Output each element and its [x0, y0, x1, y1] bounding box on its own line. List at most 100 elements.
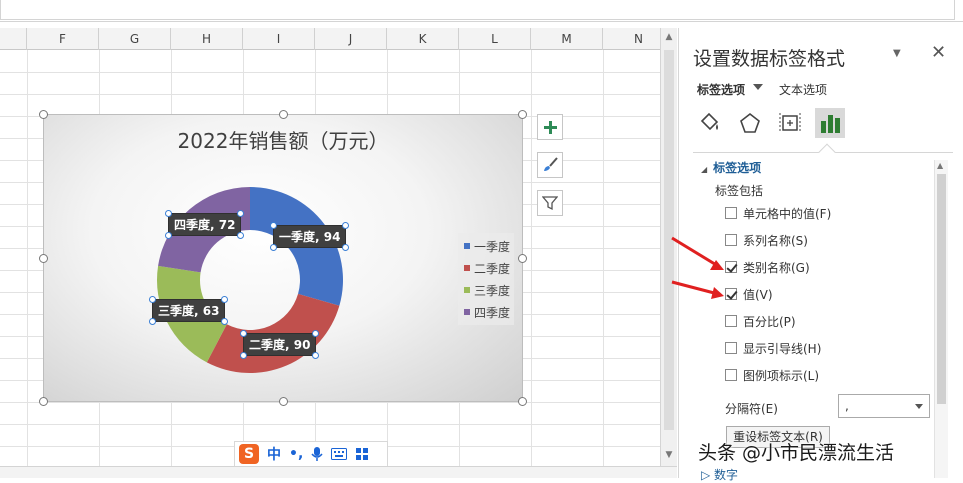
option-legend-key[interactable]: 图例项标示(L) — [725, 366, 819, 384]
separator-select[interactable]: , — [838, 394, 930, 418]
label-handle[interactable] — [149, 318, 156, 325]
plus-icon — [544, 121, 557, 134]
column-header-partial[interactable] — [0, 28, 27, 50]
checkbox[interactable] — [725, 234, 737, 246]
scroll-down-icon[interactable]: ▼ — [663, 448, 675, 462]
label-handle[interactable] — [270, 222, 277, 229]
column-header-g[interactable]: G — [99, 28, 171, 50]
chart-elements-button[interactable] — [537, 114, 563, 140]
ime-toolbar[interactable]: S 中 •, — [234, 441, 388, 467]
chevron-down-icon[interactable] — [915, 404, 923, 409]
option-percentage[interactable]: 百分比(P) — [725, 312, 796, 330]
data-label-text: 三季度, 63 — [158, 304, 220, 318]
scroll-thumb[interactable] — [937, 174, 946, 404]
option-category-name[interactable]: 类别名称(G) — [725, 258, 810, 276]
doughnut-plot — [157, 187, 343, 373]
chart-resize-handle[interactable] — [39, 397, 48, 406]
data-label-q4[interactable]: 四季度, 72 — [165, 210, 245, 239]
checkbox[interactable] — [725, 315, 737, 327]
data-label-q2[interactable]: 二季度, 90 — [240, 330, 320, 359]
label-handle[interactable] — [240, 330, 247, 337]
size-properties-button[interactable] — [775, 108, 805, 138]
column-header-j[interactable]: J — [315, 28, 387, 50]
option-cell-value[interactable]: 单元格中的值(F) — [725, 204, 831, 222]
option-label: 系列名称(S) — [743, 233, 808, 248]
column-header-h[interactable]: H — [171, 28, 243, 50]
vertical-scrollbar[interactable]: ▲ ▼ — [660, 28, 677, 466]
chevron-down-icon[interactable] — [753, 84, 763, 90]
scroll-up-icon[interactable]: ▲ — [663, 30, 675, 44]
scroll-thumb[interactable] — [664, 50, 674, 430]
checkbox[interactable] — [725, 369, 737, 381]
effects-button[interactable] — [735, 108, 765, 138]
column-header-f[interactable]: F — [27, 28, 99, 50]
chart-resize-handle[interactable] — [518, 254, 527, 263]
chart-resize-handle[interactable] — [279, 110, 288, 119]
legend-label: 四季度 — [474, 305, 511, 320]
close-icon[interactable]: ✕ — [931, 42, 946, 63]
gridline-v — [531, 50, 532, 466]
option-label: 显示引导线(H) — [743, 341, 822, 356]
column-header-i[interactable]: I — [243, 28, 315, 50]
data-label-text: 一季度, 94 — [279, 230, 341, 244]
chart-resize-handle[interactable] — [39, 254, 48, 263]
option-label: 图例项标示(L) — [743, 368, 820, 383]
tab-label-options[interactable]: 标签选项 — [697, 81, 745, 98]
ime-mode[interactable]: 中 — [267, 444, 281, 464]
checkbox[interactable] — [725, 342, 737, 354]
label-handle[interactable] — [165, 232, 172, 239]
column-header-l[interactable]: L — [459, 28, 531, 50]
label-handle[interactable] — [165, 210, 172, 217]
chart-resize-handle[interactable] — [518, 397, 527, 406]
label-options-button[interactable] — [815, 108, 845, 138]
option-value[interactable]: 值(V) — [725, 285, 773, 303]
checkbox-checked[interactable] — [725, 261, 737, 273]
sogou-logo-icon[interactable]: S — [239, 444, 259, 464]
bar-chart-icon — [821, 115, 840, 133]
checkbox-checked[interactable] — [725, 288, 737, 300]
keyboard-icon[interactable] — [331, 448, 348, 460]
section-number[interactable]: ▷ 数字 — [701, 466, 738, 483]
column-header-k[interactable]: K — [387, 28, 459, 50]
formula-input[interactable] — [0, 0, 955, 20]
column-header-n[interactable]: N — [603, 28, 660, 50]
legend-item-q1: 一季度 — [464, 237, 510, 255]
chart-resize-handle[interactable] — [279, 397, 288, 406]
gridline-h — [0, 94, 660, 95]
paint-bucket-icon — [700, 112, 719, 131]
checkbox[interactable] — [725, 207, 737, 219]
tab-text-options[interactable]: 文本选项 — [779, 81, 827, 98]
toolbox-icon[interactable] — [355, 447, 369, 461]
doughnut-chart[interactable]: 2022年销售额（万元） 一季度 二季度 三季度 四季度 一季度, 94 二季度… — [39, 110, 527, 406]
label-handle[interactable] — [240, 352, 247, 359]
separator-label: 分隔符(E) — [725, 402, 778, 416]
chart-resize-handle[interactable] — [518, 110, 527, 119]
chart-filters-button[interactable] — [537, 190, 563, 216]
size-properties-icon — [779, 113, 801, 133]
chart-resize-handle[interactable] — [39, 110, 48, 119]
data-label-q3[interactable]: 三季度, 63 — [149, 296, 229, 325]
chart-legend[interactable]: 一季度 二季度 三季度 四季度 — [458, 233, 514, 325]
pane-scrollbar[interactable]: ▲ — [934, 160, 948, 478]
column-header-m[interactable]: M — [531, 28, 603, 50]
option-leader-lines[interactable]: 显示引导线(H) — [725, 339, 821, 357]
sheet-tab-bar[interactable] — [0, 466, 677, 478]
legend-swatch-q2 — [464, 265, 470, 271]
legend-label: 一季度 — [474, 239, 511, 254]
pane-options-dropdown-icon[interactable]: ▼ — [893, 48, 901, 59]
section-label-options[interactable]: ◢ 标签选项 — [701, 159, 761, 176]
data-label-q1[interactable]: 一季度, 94 — [270, 222, 350, 251]
pane-divider-pointer — [818, 143, 836, 161]
label-handle[interactable] — [270, 244, 277, 251]
pentagon-icon — [740, 112, 760, 133]
collapse-triangle-icon[interactable]: ◢ — [701, 165, 707, 174]
label-handle[interactable] — [149, 296, 156, 303]
microphone-icon[interactable] — [311, 446, 323, 462]
chart-styles-button[interactable] — [537, 152, 563, 178]
scroll-up-icon[interactable]: ▲ — [937, 161, 943, 170]
data-label-text: 四季度, 72 — [174, 218, 236, 232]
gridline-h — [0, 72, 660, 73]
option-series-name[interactable]: 系列名称(S) — [725, 231, 808, 249]
fill-line-button[interactable] — [695, 108, 725, 138]
ime-punctuation[interactable]: •, — [289, 446, 303, 462]
